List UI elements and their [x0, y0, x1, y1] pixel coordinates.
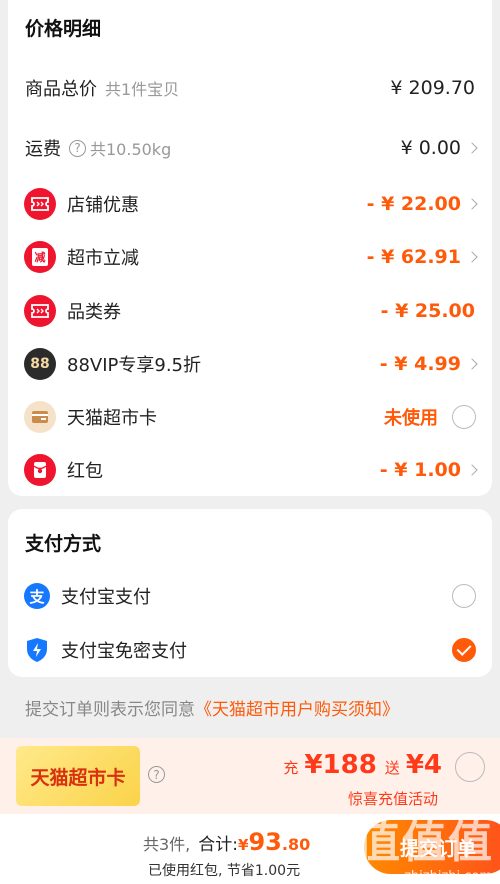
goods-total-value: ¥ 209.70: [390, 77, 475, 99]
watermark-url: zhizhizhi.com: [404, 869, 492, 884]
tmall-card-value-wrap: 未使用: [384, 404, 476, 430]
shipping-value: ¥ 0.00: [400, 137, 461, 159]
alipay-icon: 支: [24, 583, 50, 609]
payment-option-alipay[interactable]: 支 支付宝支付: [8, 576, 492, 616]
tmall-card-status: 未使用: [384, 408, 438, 429]
discount-label: 88VIP专享9.5折: [67, 355, 202, 376]
shipping-row[interactable]: 运费 ? 共10.50kg ¥ 0.00: [8, 128, 492, 168]
store-coupon-icon: [24, 188, 56, 220]
payment-method-title: 支付方式: [25, 533, 102, 555]
shipping-value-wrap: ¥ 0.00: [400, 137, 478, 159]
discount-row-supermarket[interactable]: 减 超市立减 - ¥ 62.91: [8, 237, 492, 277]
discount-row-store[interactable]: 店铺优惠 - ¥ 22.00: [8, 184, 492, 224]
red-packet-value: - ¥ 1.00: [379, 459, 461, 481]
chevron-right-icon: [466, 142, 478, 154]
total-integer: 93: [248, 828, 282, 856]
shipping-weight: 共10.50kg: [90, 140, 172, 159]
reduce-tag-icon: 减: [24, 241, 56, 273]
payment-option-radio-checked[interactable]: [452, 638, 476, 662]
tmall-card-label: 天猫超市卡: [67, 408, 157, 429]
payment-option-radio-wrap: [452, 584, 476, 608]
discount-value-wrap: - ¥ 4.99: [379, 353, 478, 375]
price-details-card: 价格明细 商品总价 共1件宝贝 ¥ 209.70 运费 ? 共10.50kg ¥…: [8, 0, 492, 496]
watermark-logo: 值值值: [356, 817, 494, 868]
reduce-tag-text: 减: [32, 248, 48, 266]
payment-option-radio-wrap: [452, 638, 476, 662]
promo-give-amount: ¥4: [405, 750, 442, 780]
wallet-card-icon: [24, 401, 56, 433]
recharge-promo-banner[interactable]: 天猫超市卡 ? 充 ¥188 送 ¥4 惊喜充值活动: [0, 738, 500, 814]
red-packet-icon: [24, 454, 56, 486]
total-yen: ¥: [238, 836, 249, 854]
chevron-right-icon: [466, 464, 478, 476]
total-label: 合计:: [198, 835, 239, 855]
red-packet-row[interactable]: 红包 - ¥ 1.00: [8, 450, 492, 490]
agreement-prefix: 提交订单则表示您同意: [25, 700, 195, 720]
promo-radio[interactable]: [455, 752, 485, 782]
discount-value: - ¥ 62.91: [366, 246, 461, 268]
promo-offer: 充 ¥188 送 ¥4: [283, 750, 442, 780]
agreement-link[interactable]: 《天猫超市用户购买须知》: [195, 700, 399, 720]
chevron-right-icon: [466, 358, 478, 370]
chevron-right-icon: [466, 251, 478, 263]
agreement-text: 提交订单则表示您同意《天猫超市用户购买须知》: [25, 695, 399, 720]
discount-label: 超市立减: [67, 248, 139, 269]
price-details-title: 价格明细: [25, 18, 102, 40]
payment-method-card: 支付方式 支 支付宝支付 支付宝免密支付: [8, 509, 492, 677]
discount-row-88vip[interactable]: 88 88VIP专享9.5折 - ¥ 4.99: [8, 344, 492, 384]
help-icon[interactable]: ?: [69, 139, 86, 157]
checkout-footer: 共3件, 合计: ¥ 93 .80 已使用红包, 节省1.00元 提交订单 值值…: [0, 814, 500, 884]
discount-value-wrap: - ¥ 22.00: [366, 193, 478, 215]
88vip-icon: 88: [24, 348, 56, 380]
discount-label: 店铺优惠: [67, 195, 139, 216]
discount-label: 品类券: [67, 302, 121, 323]
savings-text: 已使用红包, 节省1.00元: [148, 863, 301, 879]
payment-option-label: 支付宝支付: [61, 587, 151, 608]
tmall-card-radio[interactable]: [452, 405, 476, 429]
discount-value-wrap: - ¥ 62.91: [366, 246, 478, 268]
tmall-card-row[interactable]: 天猫超市卡 未使用: [8, 397, 492, 437]
promo-give-prefix: 送: [384, 759, 400, 777]
payment-option-label: 支付宝免密支付: [61, 641, 187, 662]
shipping-label: 运费: [25, 139, 61, 160]
discount-row-category[interactable]: 品类券 - ¥ 25.00: [8, 291, 492, 331]
chevron-right-icon: [466, 198, 478, 210]
promo-charge-amount: ¥188: [304, 750, 377, 780]
payment-option-alipay-nopwd[interactable]: 支付宝免密支付: [8, 630, 492, 670]
goods-total-row: 商品总价 共1件宝贝 ¥ 209.70: [8, 68, 492, 108]
tmall-card-badge: 天猫超市卡: [16, 746, 140, 806]
payment-option-radio[interactable]: [452, 584, 476, 608]
help-icon[interactable]: ?: [148, 766, 165, 783]
red-packet-label: 红包: [67, 461, 103, 482]
item-count: 共3件,: [143, 835, 191, 854]
goods-total-count: 共1件宝贝: [105, 80, 180, 99]
total-decimal: .80: [281, 835, 311, 854]
red-packet-value-wrap: - ¥ 1.00: [379, 459, 478, 481]
discount-value: - ¥ 22.00: [366, 193, 461, 215]
goods-total-label: 商品总价: [25, 79, 97, 100]
promo-charge-prefix: 充: [283, 759, 299, 777]
discount-value: - ¥ 4.99: [379, 353, 461, 375]
discount-value: - ¥ 25.00: [380, 300, 475, 322]
category-coupon-icon: [24, 295, 56, 327]
total-summary: 共3件, 合计: ¥ 93 .80: [143, 828, 310, 856]
shield-lightning-icon: [24, 637, 50, 663]
